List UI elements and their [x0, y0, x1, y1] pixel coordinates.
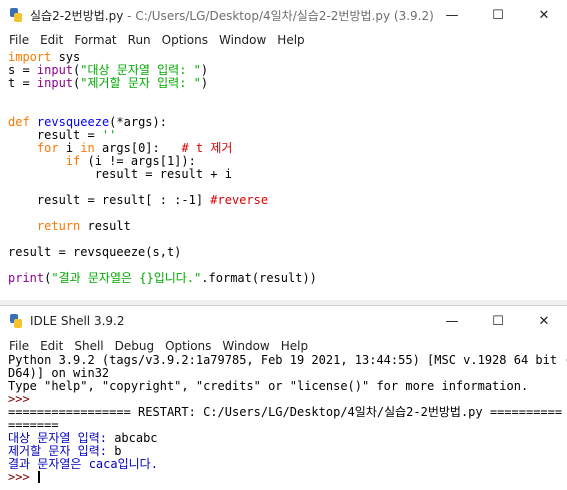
maximize-button[interactable]: ☐ [475, 306, 521, 336]
code-token: result = result[ : :-1] [8, 193, 211, 207]
editor-window: 실습2-2번방법.py - C:/Users/LG/Desktop/4일차/실습… [0, 0, 567, 300]
code-token: (*args): [109, 115, 167, 129]
menu-options[interactable]: Options [157, 33, 214, 47]
code-token: def [8, 115, 30, 129]
code-token: s = [8, 63, 37, 77]
menu-shell[interactable]: Shell [69, 339, 109, 353]
menu-edit[interactable]: Edit [35, 33, 69, 47]
shell-title: IDLE Shell 3.9.2 [30, 314, 125, 328]
maximize-button[interactable]: ☐ [475, 0, 521, 30]
menu-file[interactable]: File [4, 33, 35, 47]
menu-options[interactable]: Options [160, 339, 217, 353]
menu-help[interactable]: Help [276, 339, 314, 353]
code-token: "대상 문자열 입력: " [80, 63, 201, 77]
code-token: #reverse [210, 193, 269, 207]
editor-titlebar[interactable]: 실습2-2번방법.py - C:/Users/LG/Desktop/4일차/실습… [0, 0, 567, 30]
shell-output: 제거할 문자 입력: [8, 444, 115, 458]
menu-window[interactable]: Window [217, 339, 275, 353]
shell-input-value: abcabc [114, 431, 158, 445]
shell-prompt: >>> [8, 470, 37, 484]
code-token: "제거할 문자 입력: " [80, 76, 201, 90]
code-token: .format(result)) [201, 271, 317, 285]
menu-file[interactable]: File [4, 339, 35, 353]
code-token: ) [200, 63, 209, 77]
code-token: print [8, 271, 45, 285]
code-token: '' [101, 128, 117, 142]
minimize-button[interactable]: — [429, 306, 475, 336]
code-token: i [58, 141, 81, 155]
code-token: if [65, 154, 81, 168]
code-token: import [8, 50, 52, 64]
shell-output: 대상 문자열 입력: [8, 431, 115, 445]
python-file-icon [8, 7, 24, 23]
code-token: (i != args[1]): [80, 154, 196, 168]
shell-prompt: >>> [8, 392, 37, 406]
code-token: for [36, 141, 59, 155]
menu-format[interactable]: Format [69, 33, 122, 47]
code-token: "결과 문자열은 {}입니다." [51, 271, 202, 285]
code-token: return [36, 219, 81, 233]
code-token: args[0]: [94, 141, 182, 155]
close-button[interactable]: ✕ [521, 0, 567, 30]
code-token: # t 제거 [181, 141, 233, 155]
shell-banner-line: Python 3.9.2 (tags/v3.9.2:1a79785, Feb 1… [8, 353, 567, 367]
python-shell-icon [8, 313, 24, 329]
code-token: sys [51, 50, 81, 64]
code-token: result = result + i [8, 167, 232, 181]
shell-banner-line: Type "help", "copyright", "credits" or "… [8, 379, 529, 393]
menu-help[interactable]: Help [272, 33, 310, 47]
shell-console[interactable]: Python 3.9.2 (tags/v3.9.2:1a79785, Feb 1… [0, 354, 567, 484]
code-token: result [80, 219, 131, 233]
editor-menubar: File Edit Format Run Options Window Help [0, 30, 567, 50]
shell-restart-line: ================= RESTART: C:/Users/LG/D… [8, 405, 563, 419]
code-token: result = revsqueeze(s,t) [8, 245, 182, 259]
shell-window: IDLE Shell 3.9.2 — ☐ ✕ File Edit Shell D… [0, 305, 567, 490]
code-token: input [36, 76, 74, 90]
shell-titlebar[interactable]: IDLE Shell 3.9.2 — ☐ ✕ [0, 306, 567, 336]
code-token: result = [8, 128, 102, 142]
shell-input-value: b [114, 444, 122, 458]
code-token: t = [8, 76, 37, 90]
code-token: revsqueeze [36, 115, 110, 129]
menu-edit[interactable]: Edit [35, 339, 69, 353]
menu-debug[interactable]: Debug [110, 339, 160, 353]
code-token: input [36, 63, 74, 77]
shell-banner-line: D64)] on win32 [8, 366, 110, 380]
text-cursor [37, 471, 40, 483]
shell-output: 결과 문자열은 caca입니다. [8, 457, 158, 471]
minimize-button[interactable]: — [429, 0, 475, 30]
code-token: ) [200, 76, 209, 90]
menu-window[interactable]: Window [214, 33, 272, 47]
menu-run[interactable]: Run [123, 33, 157, 47]
code-editor[interactable]: import sys s = input("대상 문자열 입력: ") t = … [0, 51, 567, 285]
editor-title-path: C:/Users/LG/Desktop/4일차/실습2-2번방법.py (3.9… [135, 8, 434, 23]
editor-title: 실습2-2번방법.py - C:/Users/LG/Desktop/4일차/실습… [30, 7, 434, 24]
close-button[interactable]: ✕ [521, 306, 567, 336]
editor-title-sep: - [123, 8, 136, 23]
editor-title-file: 실습2-2번방법.py [30, 8, 124, 23]
shell-restart-line: ======= [8, 418, 59, 432]
code-token: in [80, 141, 95, 155]
